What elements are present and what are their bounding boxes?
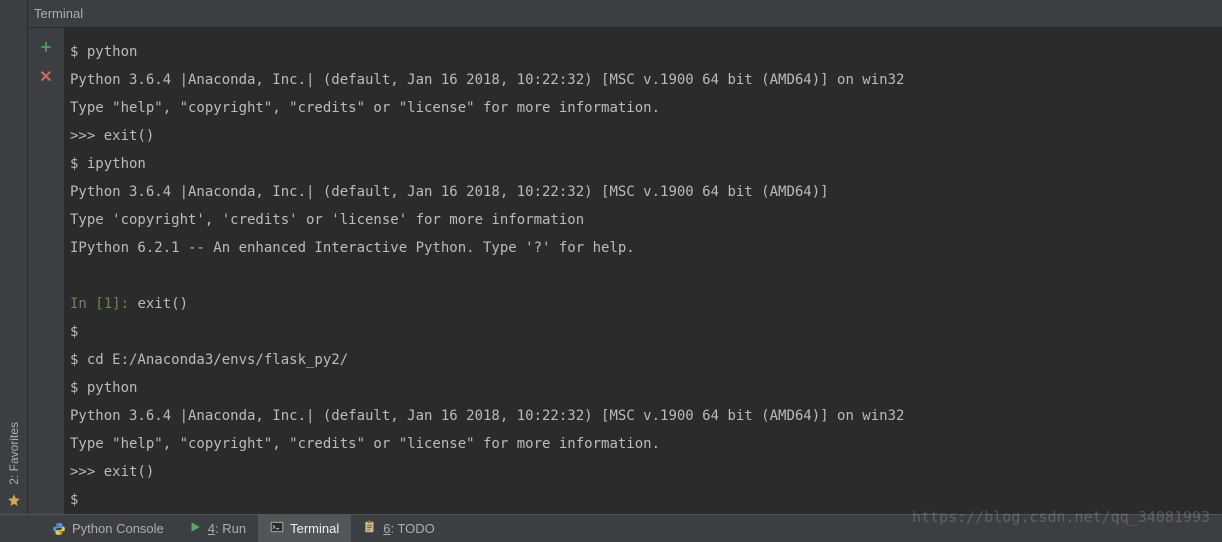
terminal-line: $ ipython <box>70 150 1218 178</box>
close-icon[interactable]: ✕ <box>39 70 52 86</box>
star-icon <box>7 493 21 510</box>
plus-icon[interactable]: + <box>41 38 52 56</box>
terminal-line: $ <box>70 318 1218 346</box>
terminal-tab-label: Terminal <box>34 6 83 21</box>
todo-label: 6: TODO <box>383 521 435 536</box>
terminal-line: Type "help", "copyright", "credits" or "… <box>70 94 1218 122</box>
terminal-line: Python 3.6.4 |Anaconda, Inc.| (default, … <box>70 178 1218 206</box>
python-console-button[interactable]: Python Console <box>40 515 176 542</box>
terminal-line <box>70 262 1218 290</box>
terminal-line: Type "help", "copyright", "credits" or "… <box>70 430 1218 458</box>
terminal-line: $ <box>70 486 1218 514</box>
terminal-gutter: + ✕ <box>28 28 64 514</box>
terminal-line: Python 3.6.4 |Anaconda, Inc.| (default, … <box>70 66 1218 94</box>
tool-window-header: Terminal <box>28 0 1222 28</box>
terminal-line: $ cd E:/Anaconda3/envs/flask_py2/ <box>70 346 1218 374</box>
play-icon <box>188 520 202 537</box>
run-button[interactable]: 4: Run <box>176 515 258 542</box>
left-rail: 2: Favorites <box>0 0 28 514</box>
python-console-icon <box>52 522 66 536</box>
terminal-line: $ python <box>70 374 1218 402</box>
terminal-line: $ python <box>70 38 1218 66</box>
terminal-line: IPython 6.2.1 -- An enhanced Interactive… <box>70 234 1218 262</box>
terminal-button-label: Terminal <box>290 521 339 536</box>
todo-icon <box>363 520 377 537</box>
python-console-label: Python Console <box>72 521 164 536</box>
status-bar: Python Console 4: Run Terminal 6: TODO <box>0 514 1222 542</box>
todo-button[interactable]: 6: TODO <box>351 515 447 542</box>
terminal-line: Type 'copyright', 'credits' or 'license'… <box>70 206 1218 234</box>
terminal-line: In [1]: exit() <box>70 290 1218 318</box>
favorites-label: 2: Favorites <box>7 418 21 489</box>
terminal-output[interactable]: $ pythonPython 3.6.4 |Anaconda, Inc.| (d… <box>64 28 1222 514</box>
terminal-line: Python 3.6.4 |Anaconda, Inc.| (default, … <box>70 402 1218 430</box>
run-label: 4: Run <box>208 521 246 536</box>
sidebar-item-favorites[interactable]: 2: Favorites <box>0 418 28 510</box>
terminal-line: >>> exit() <box>70 458 1218 486</box>
terminal-icon <box>270 520 284 537</box>
terminal-line: >>> exit() <box>70 122 1218 150</box>
terminal-button[interactable]: Terminal <box>258 515 351 542</box>
